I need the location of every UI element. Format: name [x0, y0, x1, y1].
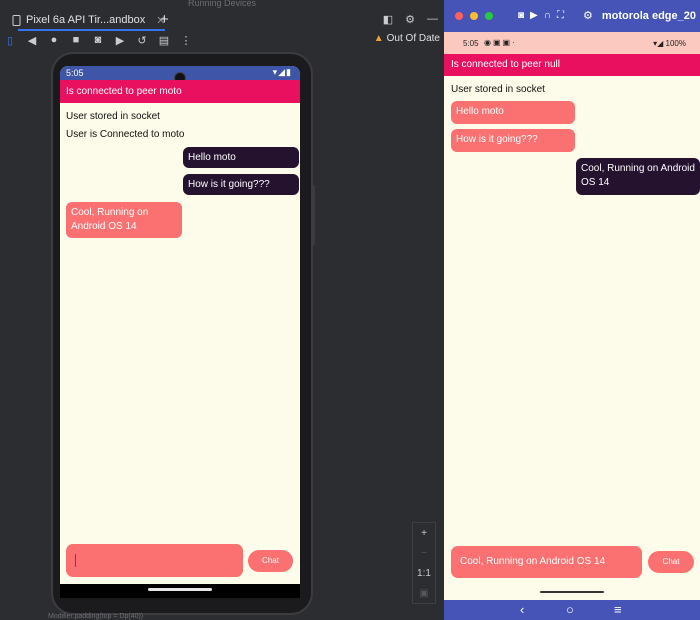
screenshot-icon[interactable]: ◙ [92, 34, 104, 46]
zoom-in-icon[interactable]: + [421, 528, 427, 539]
video-icon[interactable]: ▶ [530, 10, 538, 21]
app-bar-title: Is connected to peer moto [60, 80, 300, 103]
device-navigation-bar: ‹ ○ ≡ [444, 600, 700, 620]
message-bubble-received: Hello moto [451, 101, 575, 124]
minimize-window-icon[interactable] [470, 12, 478, 20]
close-window-icon[interactable] [455, 12, 463, 20]
info-line-user-connected: User is Connected to moto [66, 129, 185, 140]
back-icon[interactable]: ◀ [26, 34, 38, 47]
camera-icon[interactable]: ◙ [518, 10, 524, 21]
info-line-user-stored: User stored in socket [66, 111, 160, 122]
warning-icon: ▲ [373, 33, 384, 44]
back-icon[interactable]: ‹ [520, 602, 524, 617]
out-of-date-label: Out Of Date [386, 33, 440, 44]
zoom-actual-size-button[interactable]: 1:1 [417, 568, 431, 579]
out-of-date-badge[interactable]: ▲ Out Of Date [374, 33, 440, 44]
home-icon[interactable]: ○ [566, 602, 574, 617]
status-time: 5:05 [463, 39, 479, 48]
message-bubble-sent: Hello moto [183, 147, 299, 168]
keyboard-icon[interactable]: ▤ [158, 34, 170, 47]
layout-icon[interactable]: ◧ [383, 13, 393, 26]
phone-side-button [311, 185, 315, 245]
window-title: motorola edge_20 [601, 10, 696, 22]
gesture-handle[interactable] [540, 591, 604, 593]
device-status-bar: 5:05 ◉▣▣· ▾◢ 100% [444, 32, 700, 54]
tab-pixel-6a[interactable]: Pixel 6a API Tir...andbox ✕ [12, 11, 166, 31]
notification-icons: ◉▣▣· [484, 38, 517, 47]
fullscreen-icon[interactable]: ⛶ [557, 10, 564, 21]
zoom-out-icon[interactable]: − [421, 548, 427, 559]
device-icon [12, 14, 21, 26]
message-bubble-sent: How is it going??? [183, 174, 299, 195]
status-time: 5:05 [66, 68, 84, 78]
message-bubble-received: How is it going??? [451, 129, 575, 152]
emulator-navigation-bar [60, 584, 300, 598]
hide-panel-icon[interactable]: — [427, 13, 438, 26]
message-input[interactable]: Cool, Running on Android OS 14 [451, 546, 642, 578]
panel-header: Running Devices [187, 0, 257, 8]
overview-icon[interactable]: ■ [70, 34, 82, 46]
chat-send-button[interactable]: Chat [648, 551, 694, 573]
home-icon[interactable]: ● [48, 34, 60, 46]
snapshot-icon[interactable]: ↺ [136, 34, 148, 47]
headphones-icon[interactable]: ∩ [544, 10, 551, 21]
text-caret [75, 554, 76, 567]
info-line-user-stored: User stored in socket [451, 84, 545, 95]
battery-status: ▾◢ 100% [653, 39, 686, 48]
screen-record-icon[interactable]: ▶ [114, 34, 126, 47]
message-bubble-sent: Cool, Running on Android OS 14 [576, 158, 700, 195]
message-input[interactable] [66, 544, 243, 577]
chat-send-button[interactable]: Chat [248, 550, 293, 572]
recents-icon[interactable]: ≡ [614, 602, 622, 617]
device-mirror-window: ◙ ▶ ∩ ⛶ ⚙ motorola edge_20 5:05 ◉▣▣· ▾◢ … [444, 0, 700, 620]
rotate-device-icon[interactable]: ▯ [4, 34, 16, 47]
gear-icon[interactable]: ⚙ [405, 13, 415, 26]
add-device-icon[interactable]: + [160, 11, 169, 28]
more-options-icon[interactable]: ⋮ [180, 34, 192, 47]
window-title-bar: ◙ ▶ ∩ ⛶ ⚙ motorola edge_20 [444, 0, 700, 32]
gear-icon[interactable]: ⚙ [583, 9, 593, 22]
mirror-toolbar: ◙ ▶ ∩ ⛶ [518, 10, 564, 21]
zoom-fit-icon[interactable]: ▣ [419, 588, 428, 599]
emulator-screen[interactable]: 5:05 ▾◢▮ Is connected to peer moto User … [60, 66, 300, 584]
panel-window-controls: ◧ ⚙ — [383, 13, 438, 26]
gesture-handle[interactable] [148, 588, 212, 591]
app-bar-title: Is connected to peer null [444, 54, 700, 76]
maximize-window-icon[interactable] [485, 12, 493, 20]
device-tab-bar: Pixel 6a API Tir...andbox ✕ + ◧ ⚙ — [0, 8, 444, 31]
status-icons: ▾◢▮ [272, 67, 292, 77]
message-bubble-received: Cool, Running on Android OS 14 [66, 202, 182, 238]
android-studio-running-devices: Running Devices Pixel 6a API Tir...andbo… [0, 0, 444, 620]
tab-label: Pixel 6a API Tir...andbox [26, 14, 146, 26]
zoom-controls: + − 1:1 ▣ [412, 522, 436, 604]
editor-code-line: Modifier.padding(top = Dp(40)) [48, 613, 144, 620]
